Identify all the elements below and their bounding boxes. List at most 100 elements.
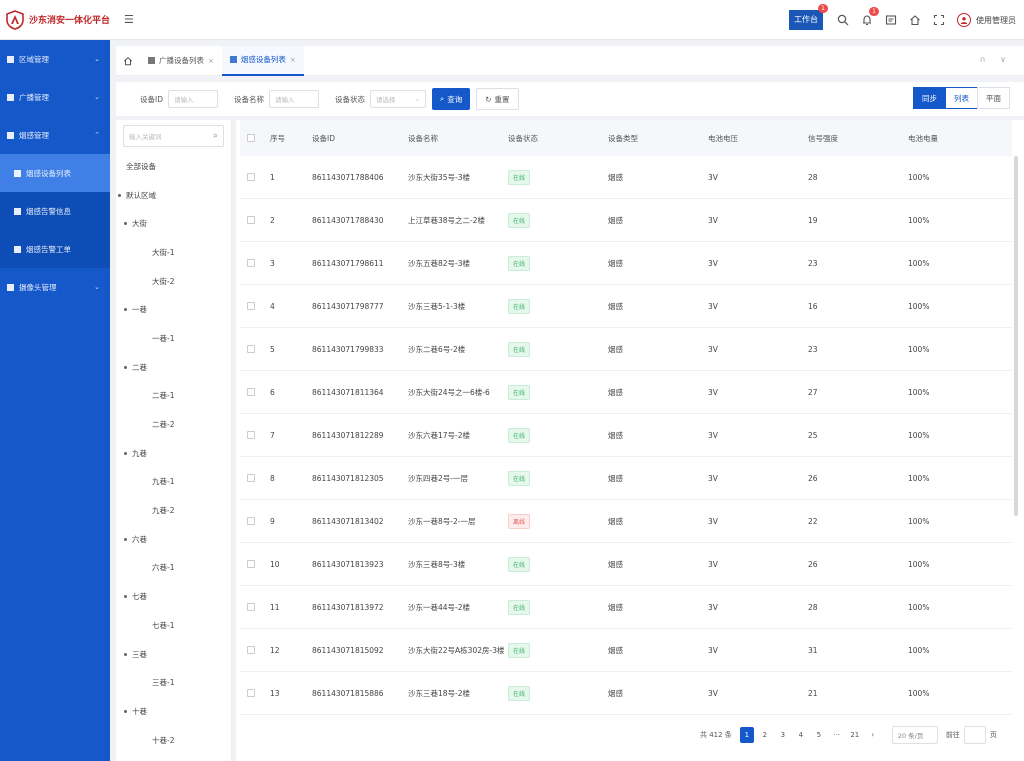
close-icon[interactable]: ×: [208, 57, 214, 65]
page-number[interactable]: 5: [812, 727, 826, 743]
tree-node[interactable]: 大街: [116, 209, 231, 238]
row-checkbox[interactable]: [240, 302, 262, 310]
row-checkbox[interactable]: [240, 216, 262, 224]
device-status-select[interactable]: 请选择 ⌄: [370, 90, 426, 108]
tree-node[interactable]: 全部设备: [116, 152, 231, 181]
row-checkbox[interactable]: [240, 474, 262, 482]
row-checkbox[interactable]: [240, 345, 262, 353]
row-checkbox[interactable]: [240, 431, 262, 439]
fullscreen-icon[interactable]: [932, 13, 946, 27]
page-size-select[interactable]: 20 条/页: [891, 726, 938, 744]
home-tab-icon[interactable]: [116, 46, 140, 76]
table-row[interactable]: 9 861143071813402 沙东一巷8号-2-一层 离线 烟感 3V 22 100%: [240, 500, 1012, 543]
goto-page-input[interactable]: [963, 726, 986, 744]
tree-node[interactable]: 九巷-1: [116, 468, 231, 497]
tree-node[interactable]: 大街-1: [116, 238, 231, 267]
tree-expand-icon[interactable]: [124, 595, 127, 599]
close-icon[interactable]: ×: [290, 56, 296, 64]
sidebar-item-smoke[interactable]: 烟感管理 ⌃: [0, 116, 110, 154]
user-menu[interactable]: 使用管理员: [957, 13, 1016, 27]
next-page-icon[interactable]: ›: [866, 727, 880, 743]
table-row[interactable]: 10 861143071813923 沙东三巷8号-3楼 在线 烟感 3V 26 100%: [240, 543, 1012, 586]
tree-node[interactable]: 大街-2: [116, 267, 231, 296]
tree-node[interactable]: 七巷-1: [116, 611, 231, 640]
table-row[interactable]: 8 861143071812305 沙东四巷2号-一层 在线 烟感 3V 26 100%: [240, 457, 1012, 500]
table-scrollbar[interactable]: [1014, 156, 1018, 516]
table-row[interactable]: 12 861143071815092 沙东大街22号A栋302房-3楼 在线 烟感 3V 3…: [240, 629, 1012, 672]
tree-node[interactable]: 默认区域: [116, 181, 231, 210]
tree-node[interactable]: 九巷-2: [116, 496, 231, 525]
sidebar-subitem-smoke-alarm[interactable]: 烟感告警信息: [0, 192, 110, 230]
row-checkbox[interactable]: [240, 388, 262, 396]
table-row[interactable]: 5 861143071799833 沙东二巷6号-2楼 在线 烟感 3V 23 100%: [240, 328, 1012, 371]
page-number[interactable]: 4: [794, 727, 808, 743]
tree-node[interactable]: 三巷: [116, 640, 231, 669]
tree-expand-icon[interactable]: [124, 652, 127, 656]
app-logo[interactable]: 沙东消安一体化平台: [6, 9, 110, 30]
table-row[interactable]: 6 861143071811364 沙东大街24号之一6楼-6 在线 烟感 3V 27 100…: [240, 371, 1012, 414]
row-checkbox[interactable]: [240, 560, 262, 568]
tree-search-input[interactable]: 输入关键词 ⌕: [123, 125, 224, 147]
tree-node[interactable]: 二巷-2: [116, 410, 231, 439]
search-icon[interactable]: [836, 13, 850, 27]
tab-smoke-list[interactable]: 烟感设备列表 ×: [221, 45, 304, 76]
search-button[interactable]: ⌕ 查询: [432, 88, 471, 110]
page-number[interactable]: 2: [758, 727, 772, 743]
sidebar-subitem-smoke-order[interactable]: 烟感告警工单: [0, 230, 110, 268]
table-row[interactable]: 13 861143071815886 沙东三巷18号-2楼 在线 烟感 3V 21 100%: [240, 672, 1012, 715]
home-icon[interactable]: [908, 13, 922, 27]
list-view-button[interactable]: 列表: [945, 87, 978, 109]
tree-node[interactable]: 九巷: [116, 439, 231, 468]
plan-view-button[interactable]: 平面: [977, 87, 1010, 109]
tab-broadcast-list[interactable]: 广播设备列表 ×: [140, 46, 222, 76]
tree-node[interactable]: 十巷: [116, 697, 231, 726]
tree-expand-icon[interactable]: [124, 451, 127, 455]
table-row[interactable]: 11 861143071813972 沙东一巷44号-2楼 在线 烟感 3V 28 100%: [240, 586, 1012, 629]
menu-toggle-icon[interactable]: ☰: [124, 13, 134, 26]
page-number[interactable]: 3: [776, 727, 790, 743]
tree-expand-icon[interactable]: [124, 709, 127, 713]
table-row[interactable]: 3 861143071798611 沙东五巷82号-3楼 在线 烟感 3V 23 100%: [240, 242, 1012, 285]
tab-controls[interactable]: ∩ ∨: [980, 55, 1012, 64]
tree-expand-icon[interactable]: [124, 537, 127, 541]
tree-expand-icon[interactable]: [124, 365, 127, 369]
bell-icon[interactable]: 1: [860, 7, 879, 27]
row-checkbox[interactable]: [240, 689, 262, 697]
tree-node[interactable]: 七巷: [116, 582, 231, 611]
page-number[interactable]: 21: [848, 727, 862, 743]
page-number[interactable]: 1: [739, 727, 754, 743]
table-row[interactable]: 2 861143071788430 上江草巷38号之二-2楼 在线 烟感 3V 19 100%: [240, 199, 1012, 242]
tree-node[interactable]: 六巷: [116, 525, 231, 554]
sidebar-subitem-smoke-list[interactable]: 烟感设备列表: [0, 154, 110, 192]
table-row[interactable]: 4 861143071798777 沙东三巷5-1-3楼 在线 烟感 3V 16 100%: [240, 285, 1012, 328]
sidebar-item-area[interactable]: 区域管理 ⌄: [0, 40, 110, 78]
reset-button[interactable]: ↻ 重置: [476, 88, 519, 110]
tree-node[interactable]: 一巷-1: [116, 324, 231, 353]
message-icon[interactable]: [884, 13, 898, 27]
sidebar-item-camera[interactable]: 摄像头管理 ⌄: [0, 268, 110, 306]
device-name-placeholder: 请输入: [275, 96, 295, 104]
tree-node[interactable]: 三巷-1: [116, 668, 231, 697]
page-number[interactable]: ···: [830, 727, 844, 743]
sync-button[interactable]: 同步: [913, 87, 946, 109]
tree-node[interactable]: 一巷: [116, 295, 231, 324]
tree-node[interactable]: 二巷: [116, 353, 231, 382]
tree-expand-icon[interactable]: [118, 193, 121, 197]
select-all-checkbox[interactable]: [240, 134, 262, 142]
table-row[interactable]: 7 861143071812289 沙东六巷17号-2楼 在线 烟感 3V 25 100%: [240, 414, 1012, 457]
device-name-input[interactable]: 请输入: [269, 90, 319, 108]
row-checkbox[interactable]: [240, 603, 262, 611]
device-id-input[interactable]: 请输入: [168, 90, 218, 108]
tree-node[interactable]: 十巷-2: [116, 726, 231, 755]
row-checkbox[interactable]: [240, 173, 262, 181]
row-checkbox[interactable]: [240, 259, 262, 267]
row-checkbox[interactable]: [240, 646, 262, 654]
tree-node[interactable]: 六巷-1: [116, 554, 231, 583]
tree-node[interactable]: 二巷-1: [116, 382, 231, 411]
row-checkbox[interactable]: [240, 517, 262, 525]
workbench-button[interactable]: 工作台 1: [789, 4, 828, 30]
tree-expand-icon[interactable]: [124, 222, 127, 226]
sidebar-item-broadcast[interactable]: 广播管理 ⌄: [0, 78, 110, 116]
table-row[interactable]: 1 861143071788406 沙东大街35号-3楼 在线 烟感 3V 28 100%: [240, 156, 1012, 199]
tree-expand-icon[interactable]: [124, 308, 127, 312]
